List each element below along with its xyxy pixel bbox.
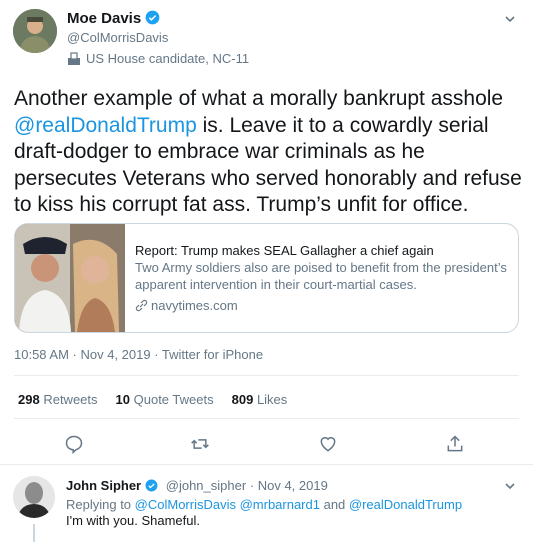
mention-link[interactable]: @realDonaldTrump xyxy=(14,114,197,137)
replying-to-line: Replying to @ColMorrisDavis @mrbarnard1 … xyxy=(66,495,462,514)
thread-line xyxy=(33,524,35,542)
ballot-box-icon xyxy=(67,51,81,66)
engagement-stats: 298 Retweets 10 Quote Tweets 809 Likes xyxy=(18,392,287,407)
card-description: Two Army soldiers also are poised to ben… xyxy=(135,260,507,292)
card-domain: navytimes.com xyxy=(151,298,238,313)
likes-stat[interactable]: 809 Likes xyxy=(232,392,288,407)
tweet-text-part1: Another example of what a morally bankru… xyxy=(14,87,504,110)
link-icon xyxy=(135,299,148,312)
replying-to-and: and xyxy=(319,497,349,512)
author-label: US House candidate, NC-11 xyxy=(86,51,250,66)
reply-author-avatar[interactable] xyxy=(13,476,55,518)
share-icon[interactable] xyxy=(445,434,465,454)
likes-count: 809 xyxy=(231,392,254,407)
link-card[interactable]: Report: Trump makes SEAL Gallagher a chi… xyxy=(14,223,519,333)
chevron-down-icon[interactable] xyxy=(503,12,517,26)
tweet-timestamp[interactable]: 10:58 AM · Nov 4, 2019 · Twitter for iPh… xyxy=(14,347,263,362)
reply-author-name[interactable]: John Sipher xyxy=(66,478,141,493)
author-name[interactable]: Moe Davis xyxy=(67,10,141,27)
card-image xyxy=(15,224,125,332)
quotes-count: 10 xyxy=(115,392,130,407)
divider xyxy=(14,375,519,376)
retweets-stat[interactable]: 298 Retweets xyxy=(18,392,98,407)
author-avatar[interactable] xyxy=(13,9,57,53)
chevron-down-icon[interactable] xyxy=(503,479,517,493)
replying-to-last-mention[interactable]: @realDonaldTrump xyxy=(349,497,462,512)
retweet-icon[interactable] xyxy=(190,434,210,454)
divider xyxy=(14,418,519,419)
tweet-text: Another example of what a morally bankru… xyxy=(14,86,524,219)
verified-badge-icon xyxy=(145,10,160,25)
retweets-count: 298 xyxy=(18,392,40,407)
retweets-label: Retweets xyxy=(43,392,98,407)
reply-icon[interactable] xyxy=(64,434,84,455)
replying-to-mentions[interactable]: @ColMorrisDavis @mrbarnard1 xyxy=(135,497,320,512)
quotes-stat[interactable]: 10 Quote Tweets xyxy=(116,392,214,407)
author-handle[interactable]: @ColMorrisDavis xyxy=(67,30,168,45)
card-title: Report: Trump makes SEAL Gallagher a chi… xyxy=(135,243,434,258)
verified-badge-icon xyxy=(145,478,158,492)
reply-text: I'm with you. Shameful. xyxy=(66,513,200,528)
replying-to-prefix: Replying to xyxy=(66,497,135,512)
reply-handle-date[interactable]: @john_sipher · Nov 4, 2019 xyxy=(166,478,328,493)
quotes-label: Quote Tweets xyxy=(133,392,214,407)
divider xyxy=(0,464,533,465)
like-icon[interactable] xyxy=(318,434,338,454)
action-bar xyxy=(0,430,533,458)
likes-label: Likes xyxy=(256,392,288,407)
